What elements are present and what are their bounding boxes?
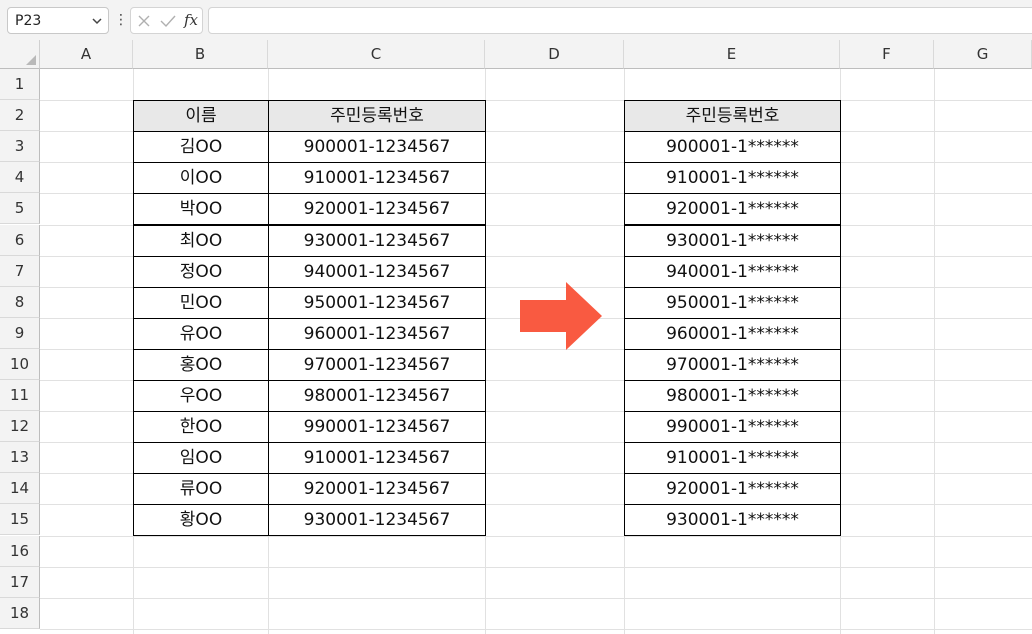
row-header-4[interactable]: 4 [0, 162, 40, 194]
name-box-value: P23 [15, 13, 42, 29]
name-cell[interactable]: 류OO [133, 473, 269, 506]
column-header-c[interactable]: C [268, 40, 485, 69]
row-header-9[interactable]: 9 [0, 317, 40, 349]
id-number-cell[interactable]: 930001-1234567 [268, 224, 486, 257]
formula-bar-area: P23 ⋮ fx [0, 0, 1032, 40]
name-cell[interactable]: 유OO [133, 317, 269, 350]
row-header-16[interactable]: 16 [0, 535, 40, 567]
enter-check-icon[interactable] [160, 14, 176, 28]
id-number-cell[interactable]: 910001-1234567 [268, 162, 486, 195]
row-header-3[interactable]: 3 [0, 131, 40, 163]
masked-id-cell[interactable]: 930001-1****** [624, 224, 841, 257]
masked-id-cell[interactable]: 910001-1****** [624, 162, 841, 195]
gridline-vertical [934, 69, 935, 634]
id-number-cell[interactable]: 940001-1234567 [268, 255, 486, 288]
name-cell[interactable]: 한OO [133, 411, 269, 444]
id-number-cell[interactable]: 970001-1234567 [268, 348, 486, 381]
masked-id-cell[interactable]: 920001-1****** [624, 193, 841, 226]
gridline-horizontal [40, 597, 1032, 599]
column-header-e[interactable]: E [624, 40, 840, 69]
row-header-15[interactable]: 15 [0, 504, 40, 536]
row-header-1[interactable]: 1 [0, 69, 40, 101]
masked-id-cell[interactable]: 980001-1****** [624, 380, 841, 413]
row-header-7[interactable]: 7 [0, 255, 40, 287]
name-cell[interactable]: 최OO [133, 224, 269, 257]
name-box[interactable]: P23 [7, 7, 109, 34]
id-number-cell[interactable]: 960001-1234567 [268, 317, 486, 350]
row-header-18[interactable]: 18 [0, 597, 40, 629]
formula-actions: fx [130, 7, 203, 34]
name-cell[interactable]: 황OO [133, 504, 269, 537]
id-number-cell[interactable]: 920001-1234567 [268, 193, 486, 226]
masked-id-cell[interactable]: 960001-1****** [624, 317, 841, 350]
masked-id-cell[interactable]: 930001-1****** [624, 504, 841, 537]
id-number-cell[interactable]: 980001-1234567 [268, 380, 486, 413]
name-cell[interactable]: 이OO [133, 162, 269, 195]
formula-input[interactable] [208, 7, 1032, 34]
row-header-8[interactable]: 8 [0, 286, 40, 318]
name-cell[interactable]: 김OO [133, 131, 269, 164]
masked-id-cell[interactable]: 940001-1****** [624, 255, 841, 288]
column-header-b[interactable]: B [133, 40, 268, 69]
id-number-cell[interactable]: 990001-1234567 [268, 411, 486, 444]
row-header-17[interactable]: 17 [0, 566, 40, 598]
name-cell[interactable]: 민OO [133, 286, 269, 319]
gridline-horizontal [40, 628, 1032, 630]
name-cell[interactable]: 정OO [133, 255, 269, 288]
row-header-5[interactable]: 5 [0, 193, 40, 225]
masked-id-cell[interactable]: 920001-1****** [624, 473, 841, 506]
masked-id-cell[interactable]: 970001-1****** [624, 348, 841, 381]
chevron-down-icon[interactable] [90, 14, 104, 28]
masked-id-cell[interactable]: 910001-1****** [624, 442, 841, 475]
row-header-13[interactable]: 13 [0, 442, 40, 474]
row-header-10[interactable]: 10 [0, 348, 40, 380]
gridline-horizontal [40, 566, 1032, 568]
spreadsheet-grid[interactable]: A B C D E F G 1 2 3 4 5 6 7 8 9 10 11 12 13 14 15 16 17 18 이름 주민등록… [0, 40, 1032, 634]
column-header-g[interactable]: G [934, 40, 1032, 69]
more-options-icon[interactable]: ⋮ [114, 10, 128, 30]
select-all-button[interactable] [0, 40, 40, 69]
masked-id-cell[interactable]: 990001-1****** [624, 411, 841, 444]
id-number-cell[interactable]: 950001-1234567 [268, 286, 486, 319]
id-number-header-cell[interactable]: 주민등록번호 [268, 100, 486, 133]
name-cell[interactable]: 홍OO [133, 348, 269, 381]
id-number-cell[interactable]: 920001-1234567 [268, 473, 486, 506]
cancel-icon[interactable] [137, 14, 151, 28]
column-header-a[interactable]: A [40, 40, 133, 69]
id-number-cell[interactable]: 900001-1234567 [268, 131, 486, 164]
name-cell[interactable]: 박OO [133, 193, 269, 226]
row-header-11[interactable]: 11 [0, 380, 40, 412]
right-arrow-icon [520, 282, 602, 350]
id-number-cell[interactable]: 930001-1234567 [268, 504, 486, 537]
masked-id-cell[interactable]: 900001-1****** [624, 131, 841, 164]
row-header-12[interactable]: 12 [0, 411, 40, 443]
insert-function-icon[interactable]: fx [184, 11, 198, 29]
name-header-cell[interactable]: 이름 [133, 100, 269, 133]
row-header-6[interactable]: 6 [0, 224, 40, 256]
row-header-2[interactable]: 2 [0, 100, 40, 132]
name-cell[interactable]: 임OO [133, 442, 269, 475]
masked-id-cell[interactable]: 950001-1****** [624, 286, 841, 319]
column-header-d[interactable]: D [485, 40, 624, 69]
id-number-cell[interactable]: 910001-1234567 [268, 442, 486, 475]
column-header-f[interactable]: F [840, 40, 934, 69]
masked-id-header-cell[interactable]: 주민등록번호 [624, 100, 841, 133]
row-header-14[interactable]: 14 [0, 473, 40, 505]
name-cell[interactable]: 우OO [133, 380, 269, 413]
